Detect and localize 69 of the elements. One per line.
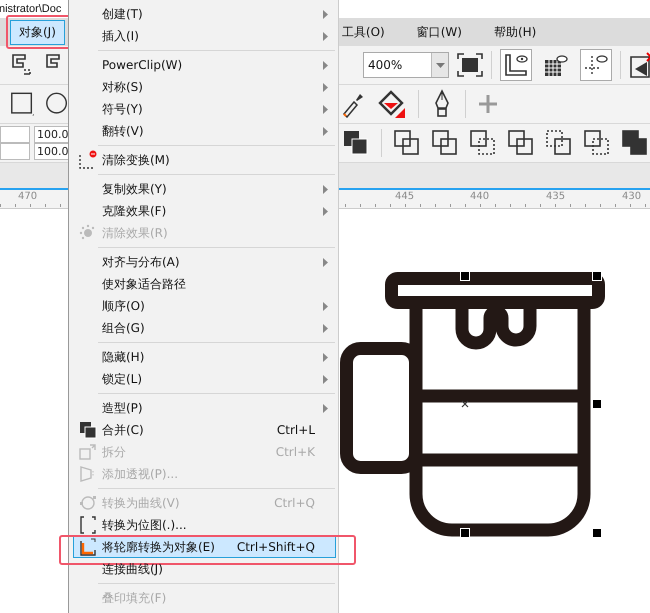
- ruler-eye-icon: [503, 52, 529, 78]
- menu-item[interactable]: 插入(I): [73, 25, 336, 47]
- submenu-arrow-icon: [322, 10, 328, 18]
- paint-bucket-icon[interactable]: [376, 89, 406, 119]
- submenu-arrow-icon: [322, 60, 328, 70]
- submenu-arrow-icon: [322, 104, 328, 114]
- shaping-icon[interactable]: [432, 130, 458, 156]
- submenu-arrow-icon: [322, 374, 328, 384]
- ruler-label: 445: [395, 191, 414, 202]
- submenu-arrow-icon: [322, 324, 328, 332]
- menu-item[interactable]: 转换为位图(.)...: [73, 514, 336, 536]
- dashed-frame-icon: [78, 150, 98, 170]
- split-squares-icon: [78, 443, 96, 461]
- submenu-arrow-icon: [322, 126, 328, 136]
- menu-item[interactable]: 锁定(L): [73, 368, 336, 390]
- overlapping-squares-icon: [78, 421, 96, 439]
- ruler-label: 435: [546, 191, 566, 202]
- menu-item[interactable]: 克隆效果(F): [73, 200, 336, 222]
- ruler-label: 470: [18, 191, 38, 202]
- menu-item[interactable]: 翻转(V): [73, 120, 336, 142]
- shaping-icon[interactable]: [546, 130, 572, 156]
- menu-item[interactable]: 将轮廓转换为对象(E) Ctrl+Shift+Q: [73, 536, 336, 558]
- menu-item[interactable]: 创建(T): [73, 3, 336, 25]
- submenu-arrow-icon: [322, 404, 328, 412]
- menu-item[interactable]: 清除变换(M): [73, 149, 336, 171]
- menu-item[interactable]: PowerClip(W): [73, 54, 336, 76]
- trapezoid-icon: [78, 465, 96, 483]
- align-left-icon[interactable]: [10, 52, 34, 78]
- window-title: nistrator\Doc: [0, 3, 62, 15]
- outline-frame-icon: [78, 537, 96, 557]
- combine-icon[interactable]: [343, 130, 369, 156]
- shaping-icon[interactable]: [508, 130, 534, 156]
- menu-item[interactable]: 对称(S): [73, 76, 336, 98]
- rectangle-icon[interactable]: [10, 90, 35, 118]
- shaping-icon[interactable]: [584, 130, 610, 156]
- submenu-arrow-icon: [322, 352, 328, 362]
- menu-item[interactable]: 造型(P): [73, 397, 336, 419]
- ruler-label: 440: [470, 191, 490, 202]
- curve-nodes-icon: [78, 494, 96, 512]
- zoom-combo[interactable]: 400%: [363, 52, 449, 78]
- submenu-arrow-icon: [322, 32, 328, 40]
- dropdown-caret-icon: [436, 62, 444, 68]
- submenu-arrow-icon: [322, 302, 328, 310]
- submenu-arrow-icon: [322, 206, 328, 216]
- menu-item[interactable]: 对齐与分布(A): [73, 251, 336, 273]
- shaping-icon[interactable]: [394, 130, 420, 156]
- delete-frame-icon[interactable]: [629, 51, 650, 79]
- view-toggle-button[interactable]: [500, 49, 532, 81]
- menu-item[interactable]: 合并(C) Ctrl+L: [73, 419, 336, 441]
- menu-item[interactable]: 使对象适合路径: [73, 273, 336, 295]
- menu-item[interactable]: 组合(G): [73, 317, 336, 339]
- shaping-icon[interactable]: [622, 130, 648, 156]
- input-field[interactable]: [0, 143, 30, 160]
- input-field[interactable]: [0, 126, 30, 143]
- full-screen-icon[interactable]: [457, 53, 483, 77]
- menu-bar-item[interactable]: 窗口(W): [408, 20, 471, 44]
- plus-icon[interactable]: [478, 94, 498, 114]
- submenu-arrow-icon: [322, 258, 328, 266]
- shaping-icon[interactable]: [470, 130, 496, 156]
- menu-item[interactable]: 复制效果(Y): [73, 178, 336, 200]
- ruler-label: 430: [622, 191, 642, 202]
- bracket-frame-icon: [78, 515, 96, 535]
- menu-item[interactable]: 隐藏(H): [73, 346, 336, 368]
- menu-item[interactable]: 顺序(O): [73, 295, 336, 317]
- menu-bar-item[interactable]: 帮助(H): [484, 20, 546, 44]
- submenu-arrow-icon: [322, 82, 328, 92]
- menu-item[interactable]: 连接曲线(J): [73, 558, 336, 580]
- submenu-arrow-icon: [322, 184, 328, 194]
- view-toggle-button[interactable]: [580, 49, 612, 81]
